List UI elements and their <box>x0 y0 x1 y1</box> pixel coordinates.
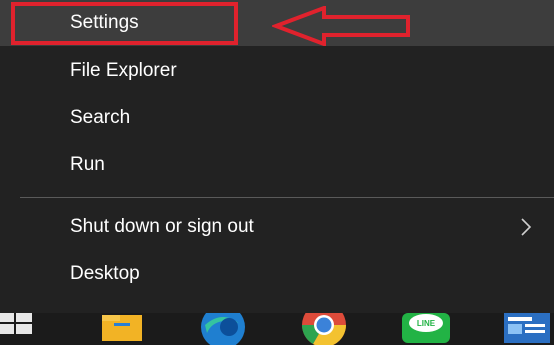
news-icon[interactable] <box>500 313 554 345</box>
taskbar: LINE <box>0 313 554 345</box>
menu-item-shut-down-or-sign-out[interactable]: Shut down or sign out <box>0 205 554 249</box>
file-explorer-icon[interactable] <box>98 313 146 345</box>
screen: Settings File Explorer Search Run Shut d… <box>0 0 554 345</box>
menu-item-file-explorer-label: File Explorer <box>70 60 177 81</box>
menu-item-desktop[interactable]: Desktop <box>0 252 554 296</box>
windows-start-icon[interactable] <box>0 313 36 345</box>
menu-item-shut-down-label: Shut down or sign out <box>70 216 254 237</box>
winx-context-menu: Settings File Explorer Search Run Shut d… <box>0 0 554 313</box>
chevron-right-icon <box>521 218 532 236</box>
menu-item-file-explorer[interactable]: File Explorer <box>0 49 554 93</box>
menu-item-desktop-label: Desktop <box>70 263 140 284</box>
annotation-arrow-icon <box>272 6 410 46</box>
annotation-highlight-box <box>11 2 238 45</box>
menu-item-run-label: Run <box>70 154 105 175</box>
chrome-icon[interactable] <box>296 313 352 345</box>
menu-separator <box>20 197 554 198</box>
menu-item-search[interactable]: Search <box>0 96 554 140</box>
menu-item-search-label: Search <box>70 107 131 128</box>
menu-item-run[interactable]: Run <box>0 143 554 187</box>
edge-icon[interactable] <box>195 313 251 345</box>
line-icon[interactable]: LINE <box>398 313 454 345</box>
svg-text:LINE: LINE <box>417 319 436 328</box>
